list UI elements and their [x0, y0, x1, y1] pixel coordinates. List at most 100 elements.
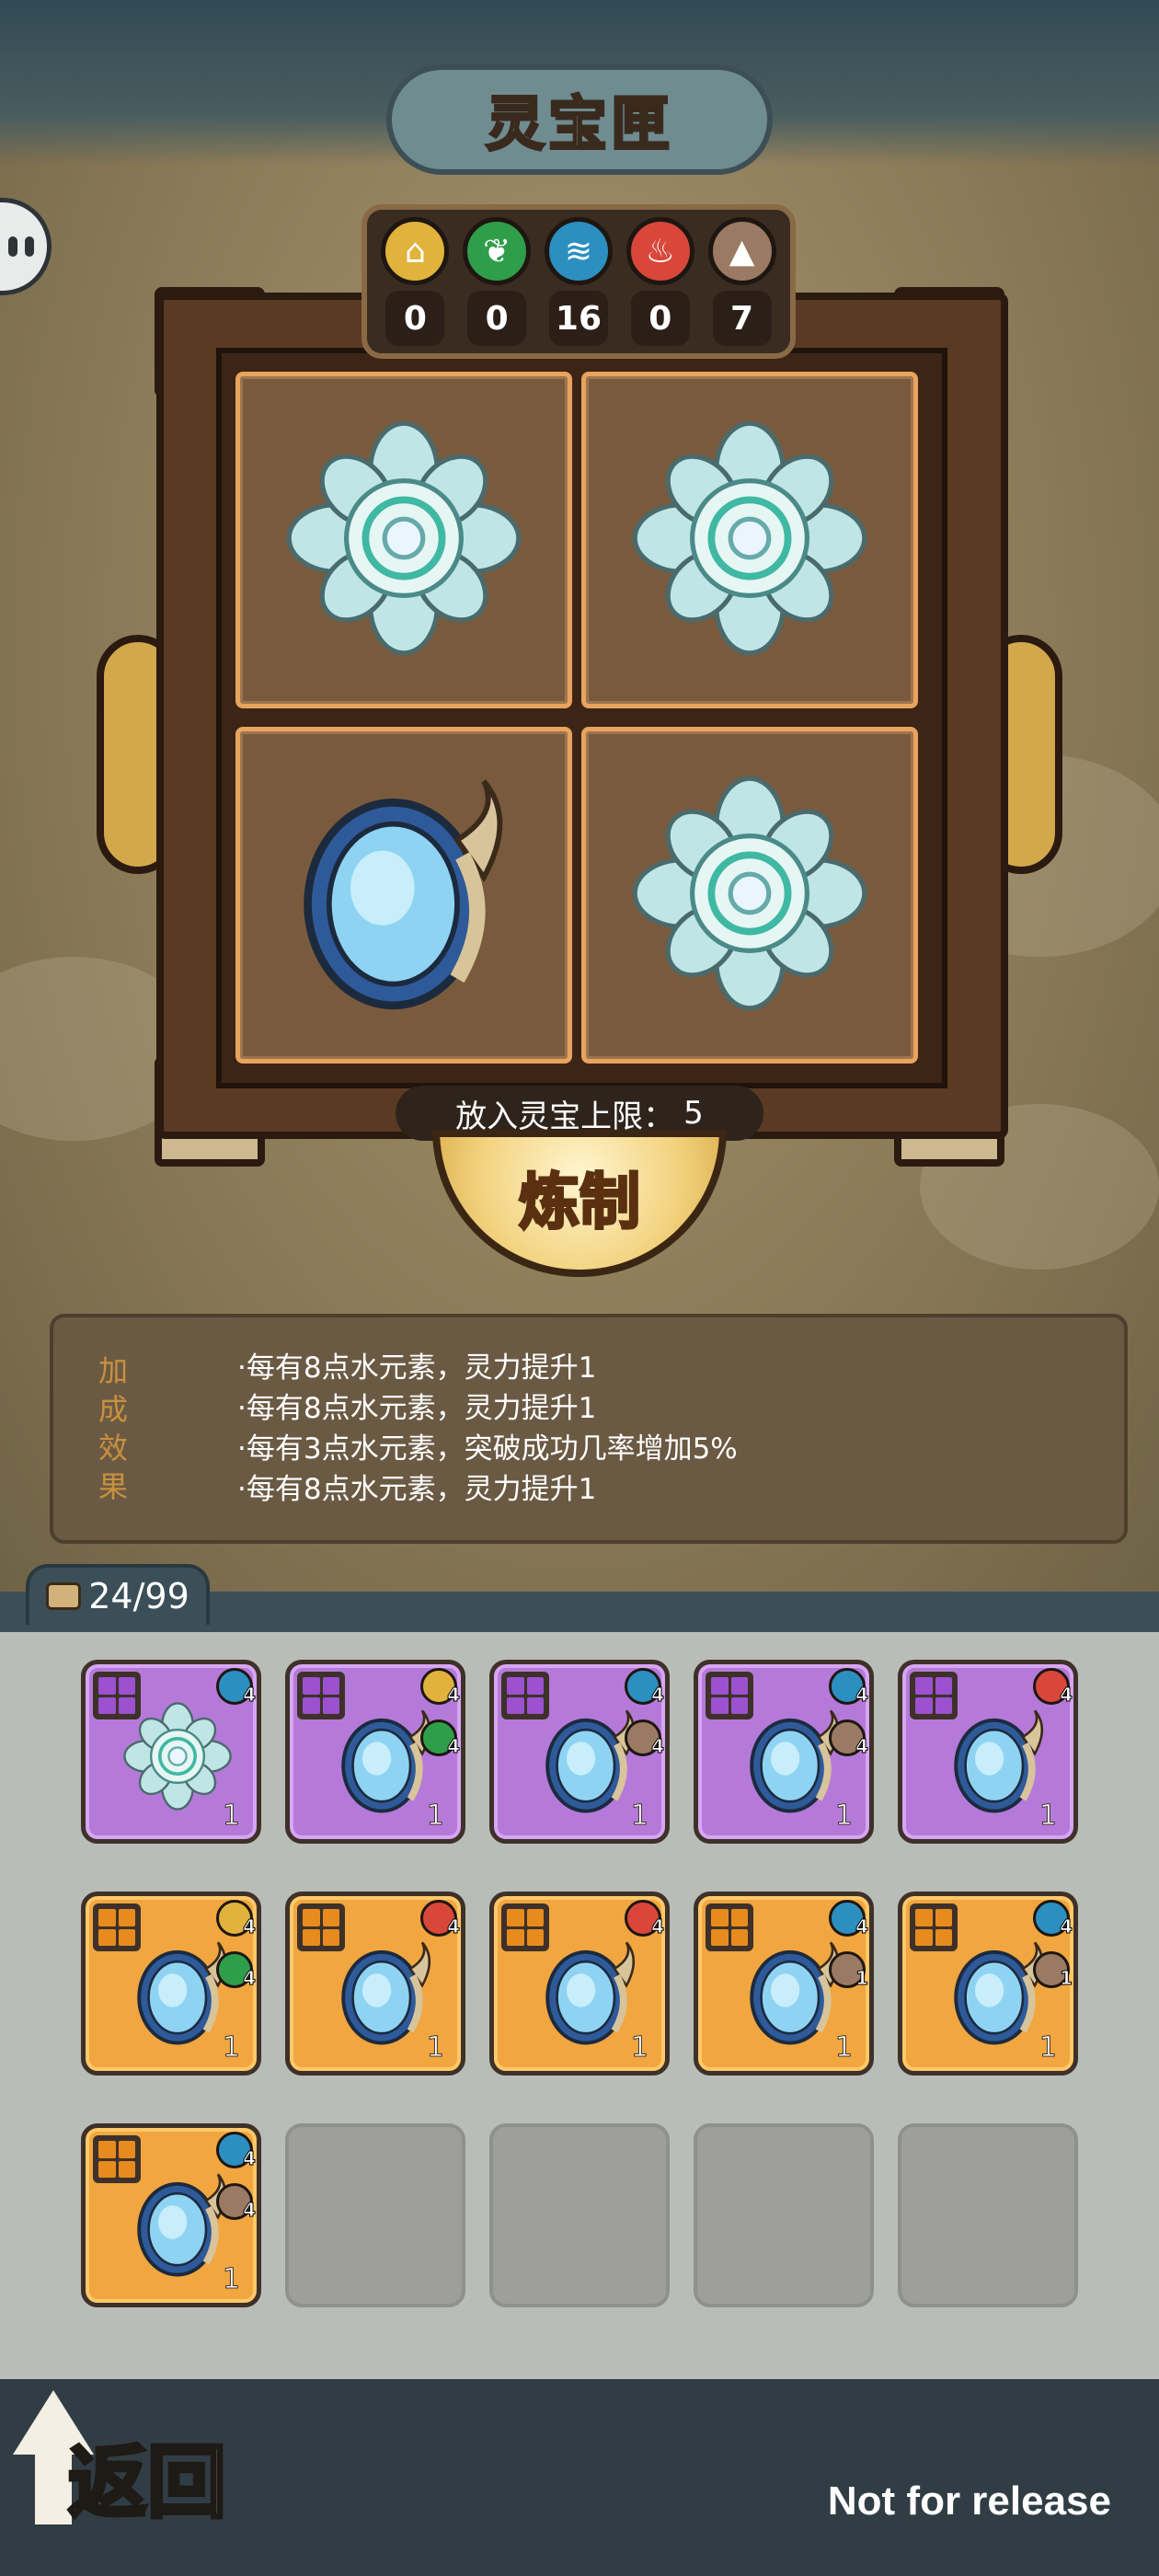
bonus-label-char: 效 [98, 1431, 128, 1466]
treasure-slot[interactable] [581, 727, 918, 1064]
back-label: 返回 [66, 2434, 228, 2531]
empty-slot[interactable] [898, 2123, 1078, 2307]
earth-element: ⌂ 0 [378, 217, 452, 346]
element-value: 4 [855, 1735, 869, 1758]
inventory-item[interactable]: 4 4 1 [81, 1892, 261, 2076]
inventory-item[interactable]: 4 4 1 [489, 1660, 670, 1844]
bonus-line: ·每有8点水元素，灵力提升1 [237, 1473, 597, 1506]
chat-icon [8, 236, 17, 257]
treasure-slot[interactable] [581, 372, 918, 708]
inventory-item[interactable]: 41 [81, 1660, 261, 1844]
earth-icon: 4 [216, 1900, 257, 1938]
wind-icon: 4 [829, 1900, 869, 1938]
mountain-icon: 4 [625, 1719, 665, 1758]
treasure-slot[interactable] [235, 372, 572, 708]
item-quantity: 1 [222, 2031, 240, 2064]
element-value: 4 [855, 1915, 869, 1938]
element-value: 4 [243, 2147, 257, 2170]
bonus-panel: 加 成 效 果 ·每有8点水元素，灵力提升1 ·每有8点水元素，灵力提升1 ·每… [50, 1314, 1128, 1544]
element-value: 4 [243, 1967, 257, 1990]
bag-icon [46, 1582, 82, 1610]
bonus-label-char: 成 [98, 1392, 128, 1427]
flame-icon: 4 [1033, 1668, 1073, 1707]
page-title: 灵宝匣 [485, 89, 673, 161]
item-quantity: 1 [1039, 2031, 1057, 2064]
inventory-item[interactable]: 4 4 1 [694, 1660, 874, 1844]
mountain-icon: 4 [829, 1719, 869, 1758]
mirror-treasure-icon [270, 760, 537, 1030]
element-value: 4 [243, 2199, 257, 2222]
slot-limit-value: 5 [683, 1095, 704, 1132]
bonus-line: ·每有8点水元素，灵力提升1 [237, 1392, 597, 1425]
wood-count: 0 [467, 291, 527, 346]
item-quantity: 1 [630, 1800, 648, 1833]
inventory-item[interactable]: 4 4 1 [285, 1660, 465, 1844]
earth-icon: 4 [420, 1668, 461, 1707]
element-counter-bar: ⌂ 0 ❦ 0 ≋ 16 ♨ 0 ▲ 7 [361, 204, 796, 359]
item-quantity: 1 [630, 2031, 648, 2064]
mountain-icon: 1 [829, 1951, 869, 1990]
element-value: 1 [1060, 1967, 1073, 1990]
leaf-icon: ❦ [463, 217, 532, 285]
item-quantity: 1 [426, 2031, 444, 2064]
wind-icon: ≋ [544, 217, 613, 285]
mountain-icon: 1 [1033, 1951, 1073, 1990]
element-value: 4 [447, 1735, 461, 1758]
item-quantity: 1 [222, 2263, 240, 2296]
fire-count: 0 [630, 291, 690, 346]
earth-icon: ⌂ [381, 217, 450, 285]
mountain-icon: 4 [216, 2183, 257, 2222]
inventory-item[interactable]: 4 1 1 [898, 1892, 1078, 2076]
empty-slot[interactable] [285, 2123, 465, 2307]
element-value: 4 [243, 1915, 257, 1938]
lotus-treasure-icon [284, 419, 523, 661]
inventory-item[interactable]: 4 4 1 [81, 2123, 261, 2307]
bonus-line: ·每有3点水元素，突破成功几率增加5% [237, 1432, 738, 1466]
mountain-icon: ▲ [707, 217, 776, 285]
item-quantity: 1 [834, 1800, 853, 1833]
earth-count: 0 [385, 291, 445, 346]
item-quantity: 1 [426, 1800, 444, 1833]
lotus-treasure-icon [630, 774, 869, 1017]
empty-slot[interactable] [489, 2123, 670, 2307]
inventory-tab[interactable]: 24/99 [26, 1564, 210, 1625]
lotus-treasure-icon [122, 1701, 233, 1815]
watermark: Not for release [827, 2478, 1111, 2524]
treasure-slot[interactable] [235, 727, 572, 1064]
item-quantity: 1 [222, 1800, 240, 1833]
water-count: 16 [548, 291, 608, 346]
element-value: 4 [447, 1684, 461, 1707]
inventory-grid: 41 441 441 441 41 441 41 4 1 4 1 1 4 1 1… [0, 1632, 1159, 2379]
mountain-element: ▲ 7 [706, 217, 779, 346]
inventory-item[interactable]: 4 1 1 [694, 1892, 874, 2076]
inventory-item[interactable]: 41 [898, 1660, 1078, 1844]
flame-icon: 4 [625, 1900, 664, 1938]
element-value: 1 [855, 1967, 869, 1990]
title-plate: 灵宝匣 [386, 64, 773, 175]
wind-icon: 4 [829, 1668, 868, 1707]
wind-icon: 4 [1033, 1900, 1073, 1938]
element-value: 4 [1060, 1915, 1073, 1938]
wind-icon: 4 [625, 1668, 665, 1707]
element-value: 4 [447, 1915, 461, 1938]
flame-icon: ♨ [625, 217, 694, 285]
water-element: ≋ 16 [542, 217, 615, 346]
element-value: 4 [1060, 1684, 1073, 1707]
refine-label: 炼制 [518, 1165, 642, 1239]
back-button[interactable]: 返回 [13, 2390, 252, 2531]
lotus-treasure-icon [630, 419, 869, 661]
inventory-item[interactable]: 41 [285, 1892, 465, 2076]
element-value: 4 [651, 1735, 665, 1758]
empty-slot[interactable] [694, 2123, 874, 2307]
item-quantity: 1 [834, 2031, 853, 2064]
element-value: 4 [651, 1684, 665, 1707]
bonus-label-char: 加 [98, 1353, 128, 1388]
inventory-item[interactable]: 41 [489, 1892, 670, 2076]
bonus-label: 加 成 效 果 [53, 1351, 173, 1506]
leaf-icon: 4 [420, 1719, 461, 1758]
wind-icon: 4 [216, 1668, 256, 1707]
wind-icon: 4 [216, 2132, 257, 2170]
mountain-count: 7 [712, 291, 772, 346]
fire-element: ♨ 0 [624, 217, 697, 346]
bonus-list: ·每有8点水元素，灵力提升1 ·每有8点水元素，灵力提升1 ·每有3点水元素，突… [173, 1348, 1124, 1510]
